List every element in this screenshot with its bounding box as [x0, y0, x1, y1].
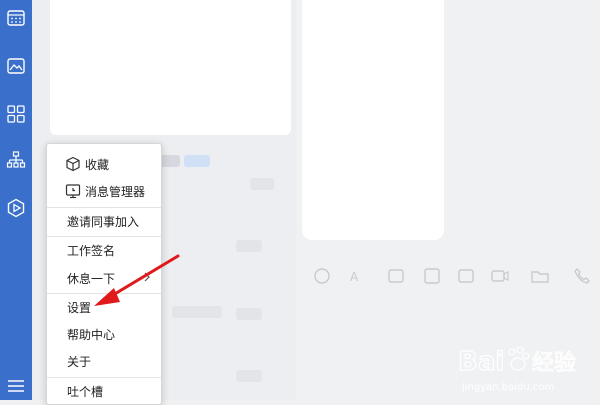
screenshot-icon[interactable]: [456, 266, 476, 286]
folder-icon[interactable]: [530, 266, 550, 286]
watermark-suffix: 经验: [532, 351, 576, 376]
menu-item-label: 收藏: [85, 157, 110, 172]
list-item: [236, 240, 262, 252]
menu-item-work-signature[interactable]: 工作签名: [47, 237, 161, 263]
menu-item-label: 消息管理器: [85, 184, 146, 199]
menu-item-favorites[interactable]: 收藏: [47, 151, 161, 177]
video-icon[interactable]: [490, 266, 510, 286]
sidebar: [0, 0, 32, 400]
image-icon[interactable]: [6, 56, 26, 76]
menu-item-label: 休息一下: [67, 271, 116, 286]
svg-text:A: A: [350, 270, 359, 284]
menu-item-take-a-break[interactable]: 休息一下: [47, 265, 161, 291]
menu-item-label: 帮助中心: [67, 327, 116, 342]
paw-icon: [508, 346, 530, 371]
list-item: [236, 308, 262, 320]
list-item: [236, 370, 262, 382]
menu-item-invite-colleagues[interactable]: 邀请同事加入: [47, 208, 161, 234]
chevron-right-icon: [143, 271, 151, 283]
menu-item-feedback[interactable]: 吐个槽: [47, 378, 161, 404]
hexagon-play-icon[interactable]: [6, 198, 26, 218]
emoji-icon[interactable]: [312, 266, 332, 286]
list-item: [160, 155, 180, 167]
chat-bubble: [302, 0, 444, 240]
menu-item-help-center[interactable]: 帮助中心: [47, 321, 161, 347]
phone-icon[interactable]: [572, 266, 592, 286]
message-manager-icon: [65, 183, 81, 199]
baidu-jingyan-watermark: Bai 经验 jingyan.baidu.com: [457, 338, 598, 396]
menu-item-label: 关于: [67, 354, 92, 369]
menu-item-settings[interactable]: 设置: [47, 294, 161, 320]
menu-item-message-manager[interactable]: 消息管理器: [47, 178, 161, 204]
org-chart-icon[interactable]: [6, 150, 26, 170]
main-menu-popup: 收藏 消息管理器 邀请同事加入 工作签名 休息一下 设置 帮助中心 关于 吐个槽: [46, 143, 162, 405]
menu-item-label: 吐个槽: [67, 384, 104, 399]
list-item: [172, 306, 222, 318]
hamburger-menu-icon[interactable]: [6, 378, 26, 394]
image-icon[interactable]: [386, 266, 406, 286]
cube-icon: [65, 156, 81, 172]
top-card: [50, 0, 291, 135]
watermark-url: jingyan.baidu.com: [461, 382, 554, 393]
font-icon[interactable]: A: [346, 266, 366, 286]
file-icon[interactable]: [422, 266, 442, 286]
apps-grid-icon[interactable]: [6, 104, 26, 124]
watermark-brand: Bai: [458, 347, 504, 377]
list-item: [250, 178, 274, 190]
calendar-icon[interactable]: [6, 8, 26, 28]
menu-item-label: 邀请同事加入: [67, 214, 140, 229]
menu-item-label: 设置: [67, 300, 92, 315]
menu-item-label: 工作签名: [67, 243, 116, 258]
menu-item-about[interactable]: 关于: [47, 348, 161, 374]
list-item: [184, 155, 210, 167]
